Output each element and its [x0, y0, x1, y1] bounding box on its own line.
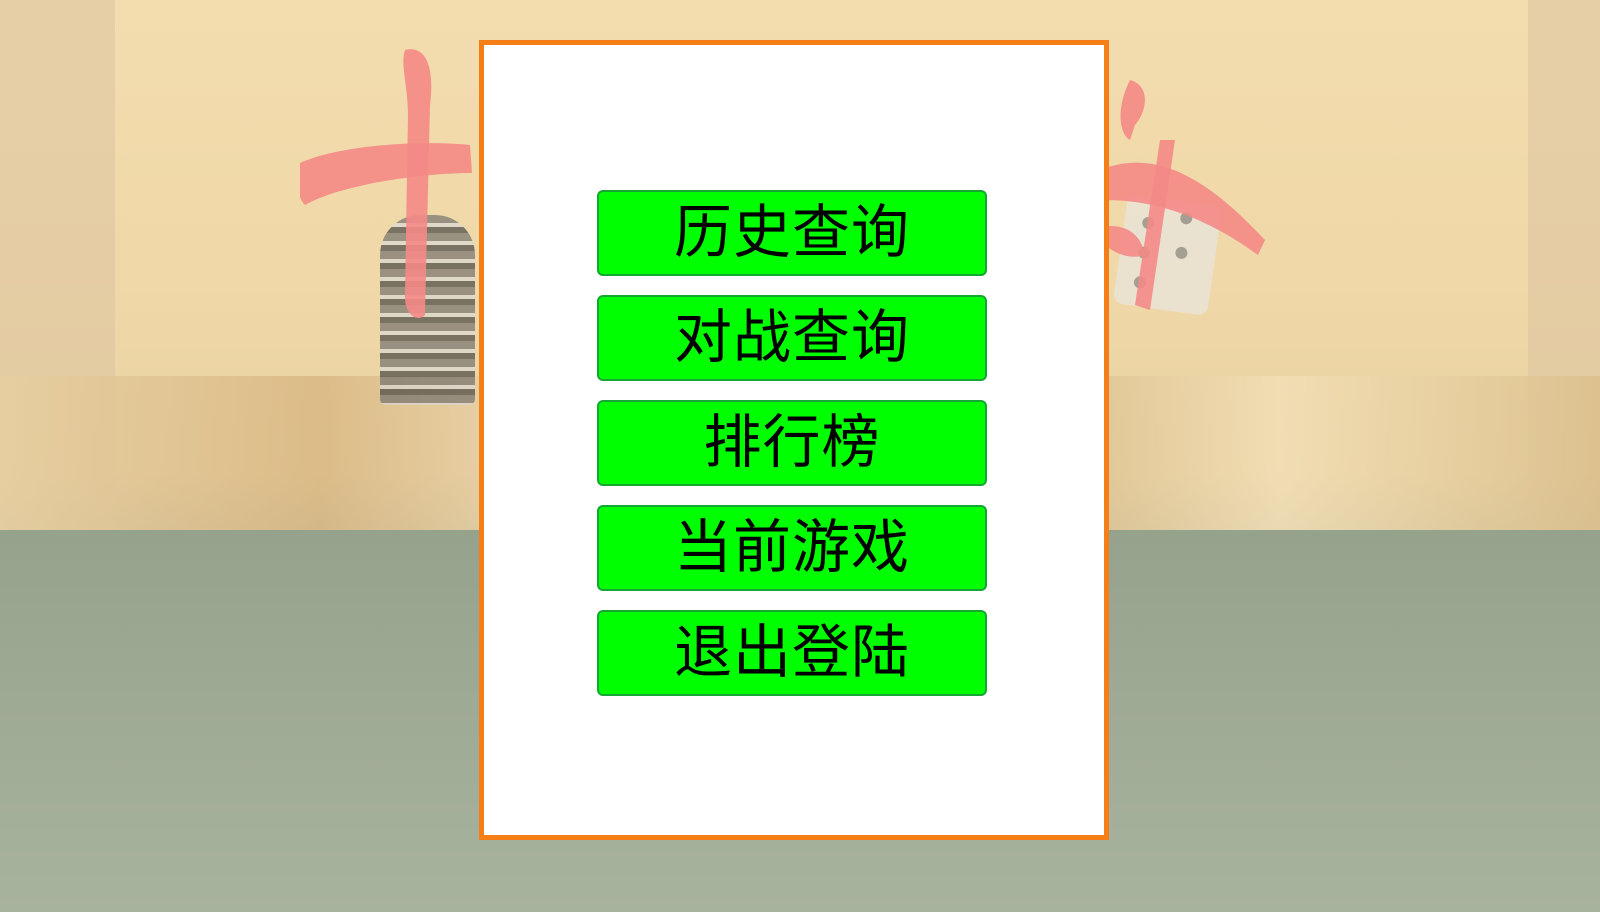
- main-menu: 历史查询 对战查询 排行榜 当前游戏 退出登陆: [597, 190, 987, 715]
- main-menu-dialog: 历史查询 对战查询 排行榜 当前游戏 退出登陆: [479, 40, 1109, 840]
- leaderboard-button[interactable]: 排行榜: [597, 400, 987, 486]
- battle-query-button[interactable]: 对战查询: [597, 295, 987, 381]
- current-game-button[interactable]: 当前游戏: [597, 505, 987, 591]
- calligraphy-right-decoration: [1090, 80, 1265, 310]
- logout-button[interactable]: 退出登陆: [597, 610, 987, 696]
- calligraphy-left-decoration: [300, 49, 472, 319]
- history-query-button[interactable]: 历史查询: [597, 190, 987, 276]
